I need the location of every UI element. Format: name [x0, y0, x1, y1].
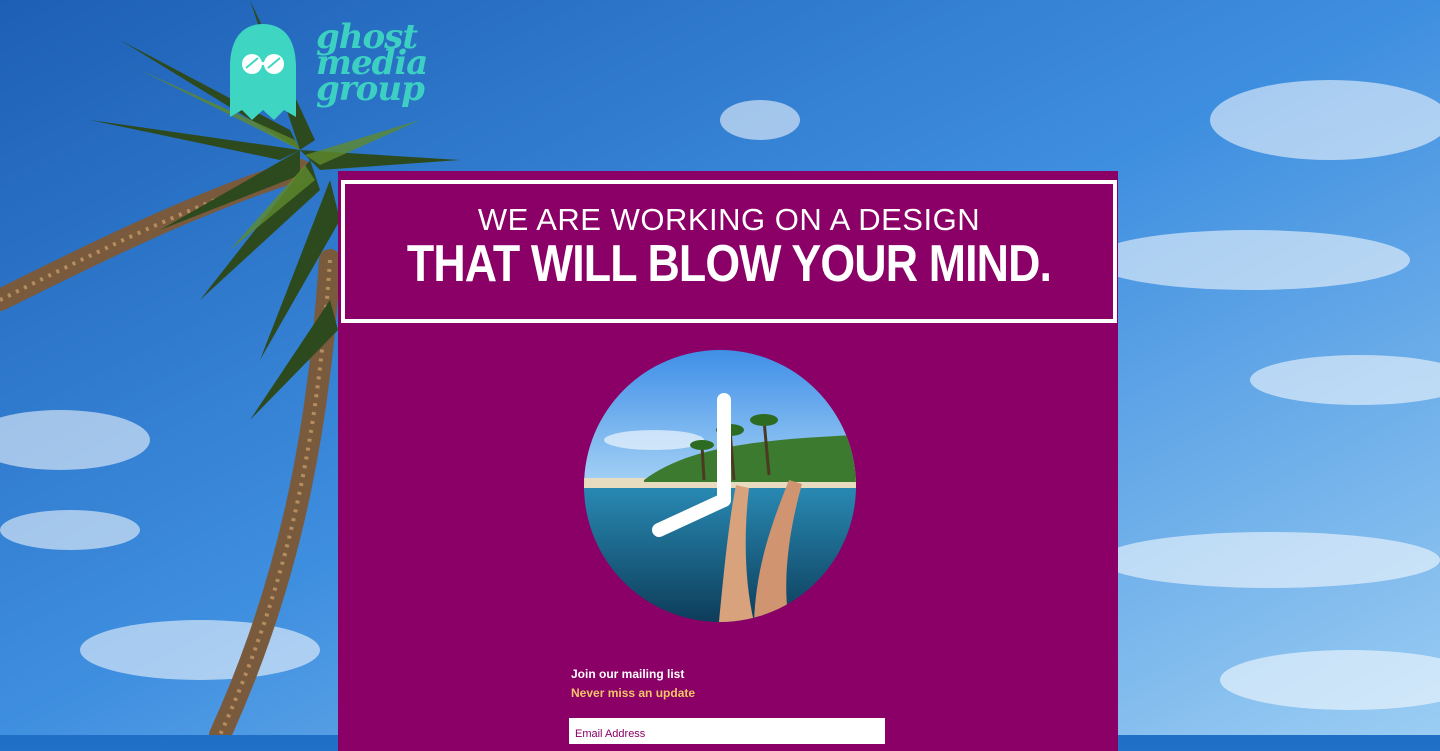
- clock-beach-image: [584, 350, 856, 622]
- headline-title: THAT WILL BLOW YOUR MIND.: [406, 235, 1052, 293]
- logo-line-3: group: [316, 69, 425, 109]
- ghost-media-group-logo[interactable]: ghost media group: [228, 20, 428, 122]
- headline-subtitle: WE ARE WORKING ON A DESIGN: [477, 202, 981, 237]
- mailing-subtitle: Never miss an update: [571, 686, 696, 700]
- mailing-title: Join our mailing list: [571, 667, 685, 681]
- mailing-list-heading: Join our mailing list Never miss an upda…: [571, 667, 695, 700]
- coming-soon-panel: WE ARE WORKING ON A DESIGN THAT WILL BLO…: [338, 171, 1118, 751]
- ghost-icon: [230, 24, 296, 120]
- headline-box: WE ARE WORKING ON A DESIGN THAT WILL BLO…: [341, 180, 1117, 323]
- email-field[interactable]: [569, 718, 885, 744]
- logo-wordmark: ghost media group: [316, 20, 428, 109]
